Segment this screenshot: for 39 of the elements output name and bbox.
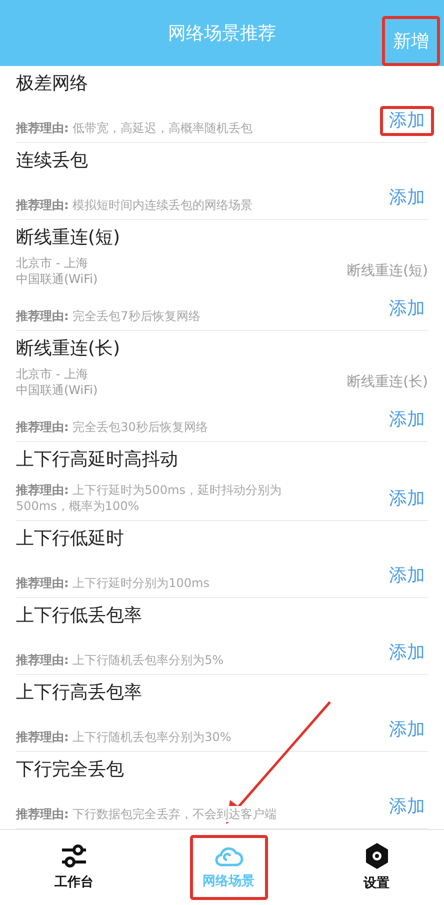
tab-item[interactable]: 网络场景 xyxy=(190,834,268,900)
reason-text: 推荐理由: 完全丢包7秒后恢复网络 xyxy=(16,308,200,324)
new-button[interactable]: 新增 xyxy=(382,16,440,66)
add-button[interactable]: 添加 xyxy=(380,294,434,324)
tab-item[interactable]: 设置 xyxy=(350,832,402,902)
add-button[interactable]: 添加 xyxy=(380,561,434,591)
reason-text: 推荐理由: 上下行随机丢包率分别为5% xyxy=(16,652,224,668)
add-button[interactable]: 添加 xyxy=(380,405,434,435)
scene-tag: 断线重连(长) xyxy=(347,372,428,392)
scene-title: 断线重连(长) xyxy=(16,337,122,361)
scene-title: 上下行低延时 xyxy=(16,527,125,551)
add-button[interactable]: 添加 xyxy=(380,715,434,745)
carrier-text: 中国联通(WiFi) xyxy=(16,382,98,398)
add-button[interactable]: 添加 xyxy=(380,106,434,136)
header-title: 网络场景推荐 xyxy=(168,22,276,46)
route-text: 北京市 - 上海 xyxy=(16,255,89,271)
add-button[interactable]: 添加 xyxy=(380,638,434,668)
sliders-icon xyxy=(60,842,88,869)
reason-text: 推荐理由: 完全丢包30秒后恢复网络 xyxy=(16,419,208,435)
scene-title: 断线重连(短) xyxy=(16,226,122,250)
carrier-text: 中国联通(WiFi) xyxy=(16,271,98,287)
reason-text: 推荐理由: 上下行延时分别为100ms xyxy=(16,575,210,591)
reason-text: 推荐理由: 上下行随机丢包率分别为30% xyxy=(16,729,232,745)
route-text: 北京市 - 上海 xyxy=(16,366,89,382)
settings-icon xyxy=(364,842,390,870)
reason-text: 推荐理由: 低带宽，高延迟，高概率随机丢包 xyxy=(16,120,253,136)
scene-title: 上下行低丢包率 xyxy=(16,604,143,628)
add-button[interactable]: 添加 xyxy=(380,792,434,822)
scene-title: 上下行高延时高抖动 xyxy=(16,448,179,472)
scene-tag: 断线重连(短) xyxy=(347,260,428,282)
scene-title: 上下行高丢包率 xyxy=(16,681,143,705)
reason-text: 推荐理由: 下行数据包完全丢弃，不会到达客户端 xyxy=(16,806,277,822)
scene-title: 连续丢包 xyxy=(16,149,89,173)
add-button[interactable]: 添加 xyxy=(380,484,434,514)
scene-title: 极差网络 xyxy=(16,72,89,96)
add-button[interactable]: 添加 xyxy=(380,183,434,213)
tab-item[interactable]: 工作台 xyxy=(42,834,106,902)
scene-title: 下行完全丢包 xyxy=(16,758,125,782)
reason-text: 推荐理由: 模拟短时间内连续丢包的网络场景 xyxy=(16,197,253,213)
